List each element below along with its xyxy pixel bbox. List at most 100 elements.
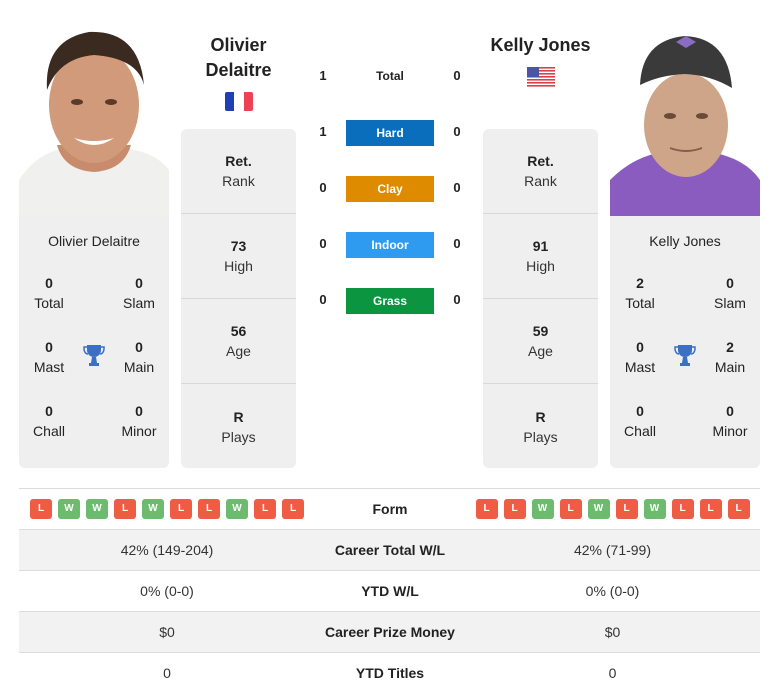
row-label: Career Total W/L xyxy=(334,542,446,558)
title-value: 0 xyxy=(45,403,53,419)
usa-flag-icon xyxy=(527,67,555,87)
surface-badge-hard[interactable]: Hard xyxy=(346,120,434,146)
form-badge-loss[interactable]: L xyxy=(727,499,750,519)
h2h-row-clay: 0 Clay 0 xyxy=(310,176,470,202)
stats-column-right: Ret. Rank 91 High 59 Age R Plays xyxy=(483,129,598,468)
h2h-right-count: 0 xyxy=(453,236,461,251)
stat-value: R xyxy=(535,408,546,425)
h2h-right-count: 0 xyxy=(453,292,461,307)
form-badge-win[interactable]: W xyxy=(86,499,108,519)
form-badge-loss[interactable]: L xyxy=(671,499,694,519)
stat-label: High xyxy=(526,258,555,274)
title-label: Minor xyxy=(712,423,748,439)
stat-plays: R Plays xyxy=(181,384,296,469)
surface-badge-clay[interactable]: Clay xyxy=(346,176,434,202)
title-mast: 0 Mast xyxy=(610,337,670,377)
stat-value: 59 xyxy=(532,323,549,339)
title-mast: 0 Mast xyxy=(19,337,79,377)
title-value: 0 xyxy=(636,403,644,419)
stat-label: Plays xyxy=(221,428,256,445)
surface-badge-grass[interactable]: Grass xyxy=(346,288,434,314)
stat-label: Rank xyxy=(524,173,557,189)
title-label: Mast xyxy=(624,359,656,375)
surface-badge-indoor[interactable]: Indoor xyxy=(346,232,434,258)
title-value: 0 xyxy=(135,339,143,355)
title-main: 0 Main xyxy=(109,337,169,377)
title-value: 0 xyxy=(45,275,53,291)
form-badge-win[interactable]: W xyxy=(142,499,164,519)
h2h-left-count: 1 xyxy=(319,124,327,139)
trophy-icon xyxy=(82,343,106,367)
row-label: YTD Titles xyxy=(355,665,425,681)
stat-label: Plays xyxy=(523,428,558,445)
form-badge-loss[interactable]: L xyxy=(475,499,498,519)
player-name-right[interactable]: Kelly Jones xyxy=(483,33,598,58)
h2h-left-count: 0 xyxy=(319,180,327,195)
form-right: LLWLWLWLLL xyxy=(465,499,760,519)
form-badge-loss[interactable]: L xyxy=(198,499,220,519)
table-row: 0 YTD Titles 0 xyxy=(19,652,760,693)
title-main: 2 Main xyxy=(700,337,760,377)
form-badge-win[interactable]: W xyxy=(587,499,610,519)
card-player-name[interactable]: Olivier Delaitre xyxy=(19,233,169,249)
stat-value: 91 xyxy=(532,238,549,254)
stat-high: 91 High xyxy=(483,214,598,299)
title-slam: 0 Slam xyxy=(700,273,760,313)
row-value-right: $0 xyxy=(604,624,621,640)
stat-label: High xyxy=(224,258,253,274)
form-badge-win[interactable]: W xyxy=(226,499,248,519)
h2h-row-indoor: 0 Indoor 0 xyxy=(310,232,470,258)
form-badge-win[interactable]: W xyxy=(531,499,554,519)
form-badge-loss[interactable]: L xyxy=(503,499,526,519)
form-badge-loss[interactable]: L xyxy=(30,499,52,519)
form-badge-loss[interactable]: L xyxy=(114,499,136,519)
form-badge-win[interactable]: W xyxy=(643,499,666,519)
form-badge-loss[interactable]: L xyxy=(170,499,192,519)
title-label: Main xyxy=(123,359,155,375)
trophy-icon xyxy=(673,343,697,367)
row-value-left: 0% (0-0) xyxy=(140,583,194,599)
table-row: $0 Career Prize Money $0 xyxy=(19,611,760,652)
h2h-right-count: 0 xyxy=(453,124,461,139)
row-value-left: 42% (149-204) xyxy=(120,542,214,558)
stat-label: Age xyxy=(226,343,251,359)
title-minor: 0 Minor xyxy=(700,401,760,441)
player-name-last: Delaitre xyxy=(205,60,272,80)
form-badge-loss[interactable]: L xyxy=(282,499,304,519)
row-value-right: 0% (0-0) xyxy=(585,583,640,599)
form-badge-loss[interactable]: L xyxy=(699,499,722,519)
h2h-left-count: 0 xyxy=(319,236,327,251)
title-chall: 0 Chall xyxy=(19,401,79,441)
row-label: YTD W/L xyxy=(361,583,419,599)
title-slam: 0 Slam xyxy=(109,273,169,313)
stat-plays: R Plays xyxy=(483,384,598,469)
player-photo-olivier-delaitre xyxy=(19,20,169,216)
form-badge-win[interactable]: W xyxy=(58,499,80,519)
h2h-right-count: 0 xyxy=(453,68,461,83)
form-badge-loss[interactable]: L xyxy=(559,499,582,519)
stat-value: 73 xyxy=(230,238,247,254)
form-row: LWWLWLLWLL Form LLWLWLWLLL xyxy=(19,488,760,529)
table-row: 42% (149-204) Career Total W/L 42% (71-9… xyxy=(19,529,760,570)
row-value-right: 42% (71-99) xyxy=(573,542,652,558)
row-value-left: 0 xyxy=(163,665,171,681)
row-label-form: Form xyxy=(372,501,408,517)
title-value: 2 xyxy=(726,339,734,355)
row-label: Career Prize Money xyxy=(325,624,455,640)
form-badge-loss[interactable]: L xyxy=(254,499,276,519)
title-value: 0 xyxy=(726,275,734,291)
title-label: Slam xyxy=(714,295,746,311)
stat-value: R xyxy=(233,408,244,425)
table-row: 0% (0-0) YTD W/L 0% (0-0) xyxy=(19,570,760,611)
title-label: Slam xyxy=(123,295,155,311)
form-badge-loss[interactable]: L xyxy=(615,499,638,519)
title-value: 2 xyxy=(636,275,644,291)
title-chall: 0 Chall xyxy=(610,401,670,441)
player-name-left[interactable]: Olivier Delaitre xyxy=(181,33,296,83)
title-label: Chall xyxy=(33,423,65,439)
france-flag-icon xyxy=(225,92,253,111)
title-value: 0 xyxy=(135,403,143,419)
stat-value: Ret. xyxy=(527,153,554,169)
stat-value: Ret. xyxy=(225,153,252,169)
card-player-name[interactable]: Kelly Jones xyxy=(610,233,760,249)
